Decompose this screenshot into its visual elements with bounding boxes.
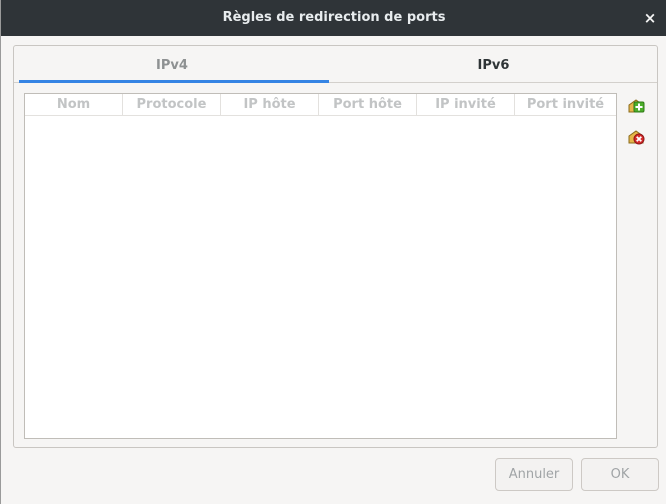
table-body[interactable] bbox=[25, 116, 616, 438]
remove-rule-icon bbox=[628, 130, 645, 145]
cancel-button[interactable]: Annuler bbox=[495, 458, 573, 491]
window-title: Règles de redirection de ports bbox=[222, 10, 446, 25]
column-header-ip-invite[interactable]: IP invité bbox=[417, 94, 515, 115]
column-header-protocole[interactable]: Protocole bbox=[123, 94, 221, 115]
tab-ipv6[interactable]: IPv6 bbox=[330, 46, 657, 83]
tab-frame: IPv4 IPv6 Nom Protocole IP hôte Port hôt… bbox=[13, 45, 658, 448]
remove-rule-button[interactable] bbox=[626, 127, 646, 147]
table-header: Nom Protocole IP hôte Port hôte IP invit… bbox=[25, 94, 616, 116]
titlebar: Règles de redirection de ports × bbox=[1, 0, 666, 36]
ok-button[interactable]: OK bbox=[581, 458, 659, 491]
column-header-nom[interactable]: Nom bbox=[25, 94, 123, 115]
column-header-ip-hote[interactable]: IP hôte bbox=[221, 94, 319, 115]
rules-table[interactable]: Nom Protocole IP hôte Port hôte IP invit… bbox=[24, 93, 617, 439]
tab-ipv6-label: IPv6 bbox=[477, 58, 510, 73]
tab-active-indicator bbox=[19, 80, 329, 83]
add-rule-button[interactable] bbox=[626, 96, 646, 116]
tab-bar: IPv4 IPv6 bbox=[14, 46, 657, 83]
add-rule-icon bbox=[628, 99, 645, 113]
port-forwarding-dialog: Règles de redirection de ports × IPv4 IP… bbox=[0, 0, 666, 504]
tab-ipv4[interactable]: IPv4 bbox=[14, 46, 330, 83]
column-header-port-invite[interactable]: Port invité bbox=[515, 94, 616, 115]
column-header-port-hote[interactable]: Port hôte bbox=[319, 94, 417, 115]
close-button[interactable]: × bbox=[641, 9, 659, 27]
tab-ipv4-label: IPv4 bbox=[156, 58, 188, 73]
